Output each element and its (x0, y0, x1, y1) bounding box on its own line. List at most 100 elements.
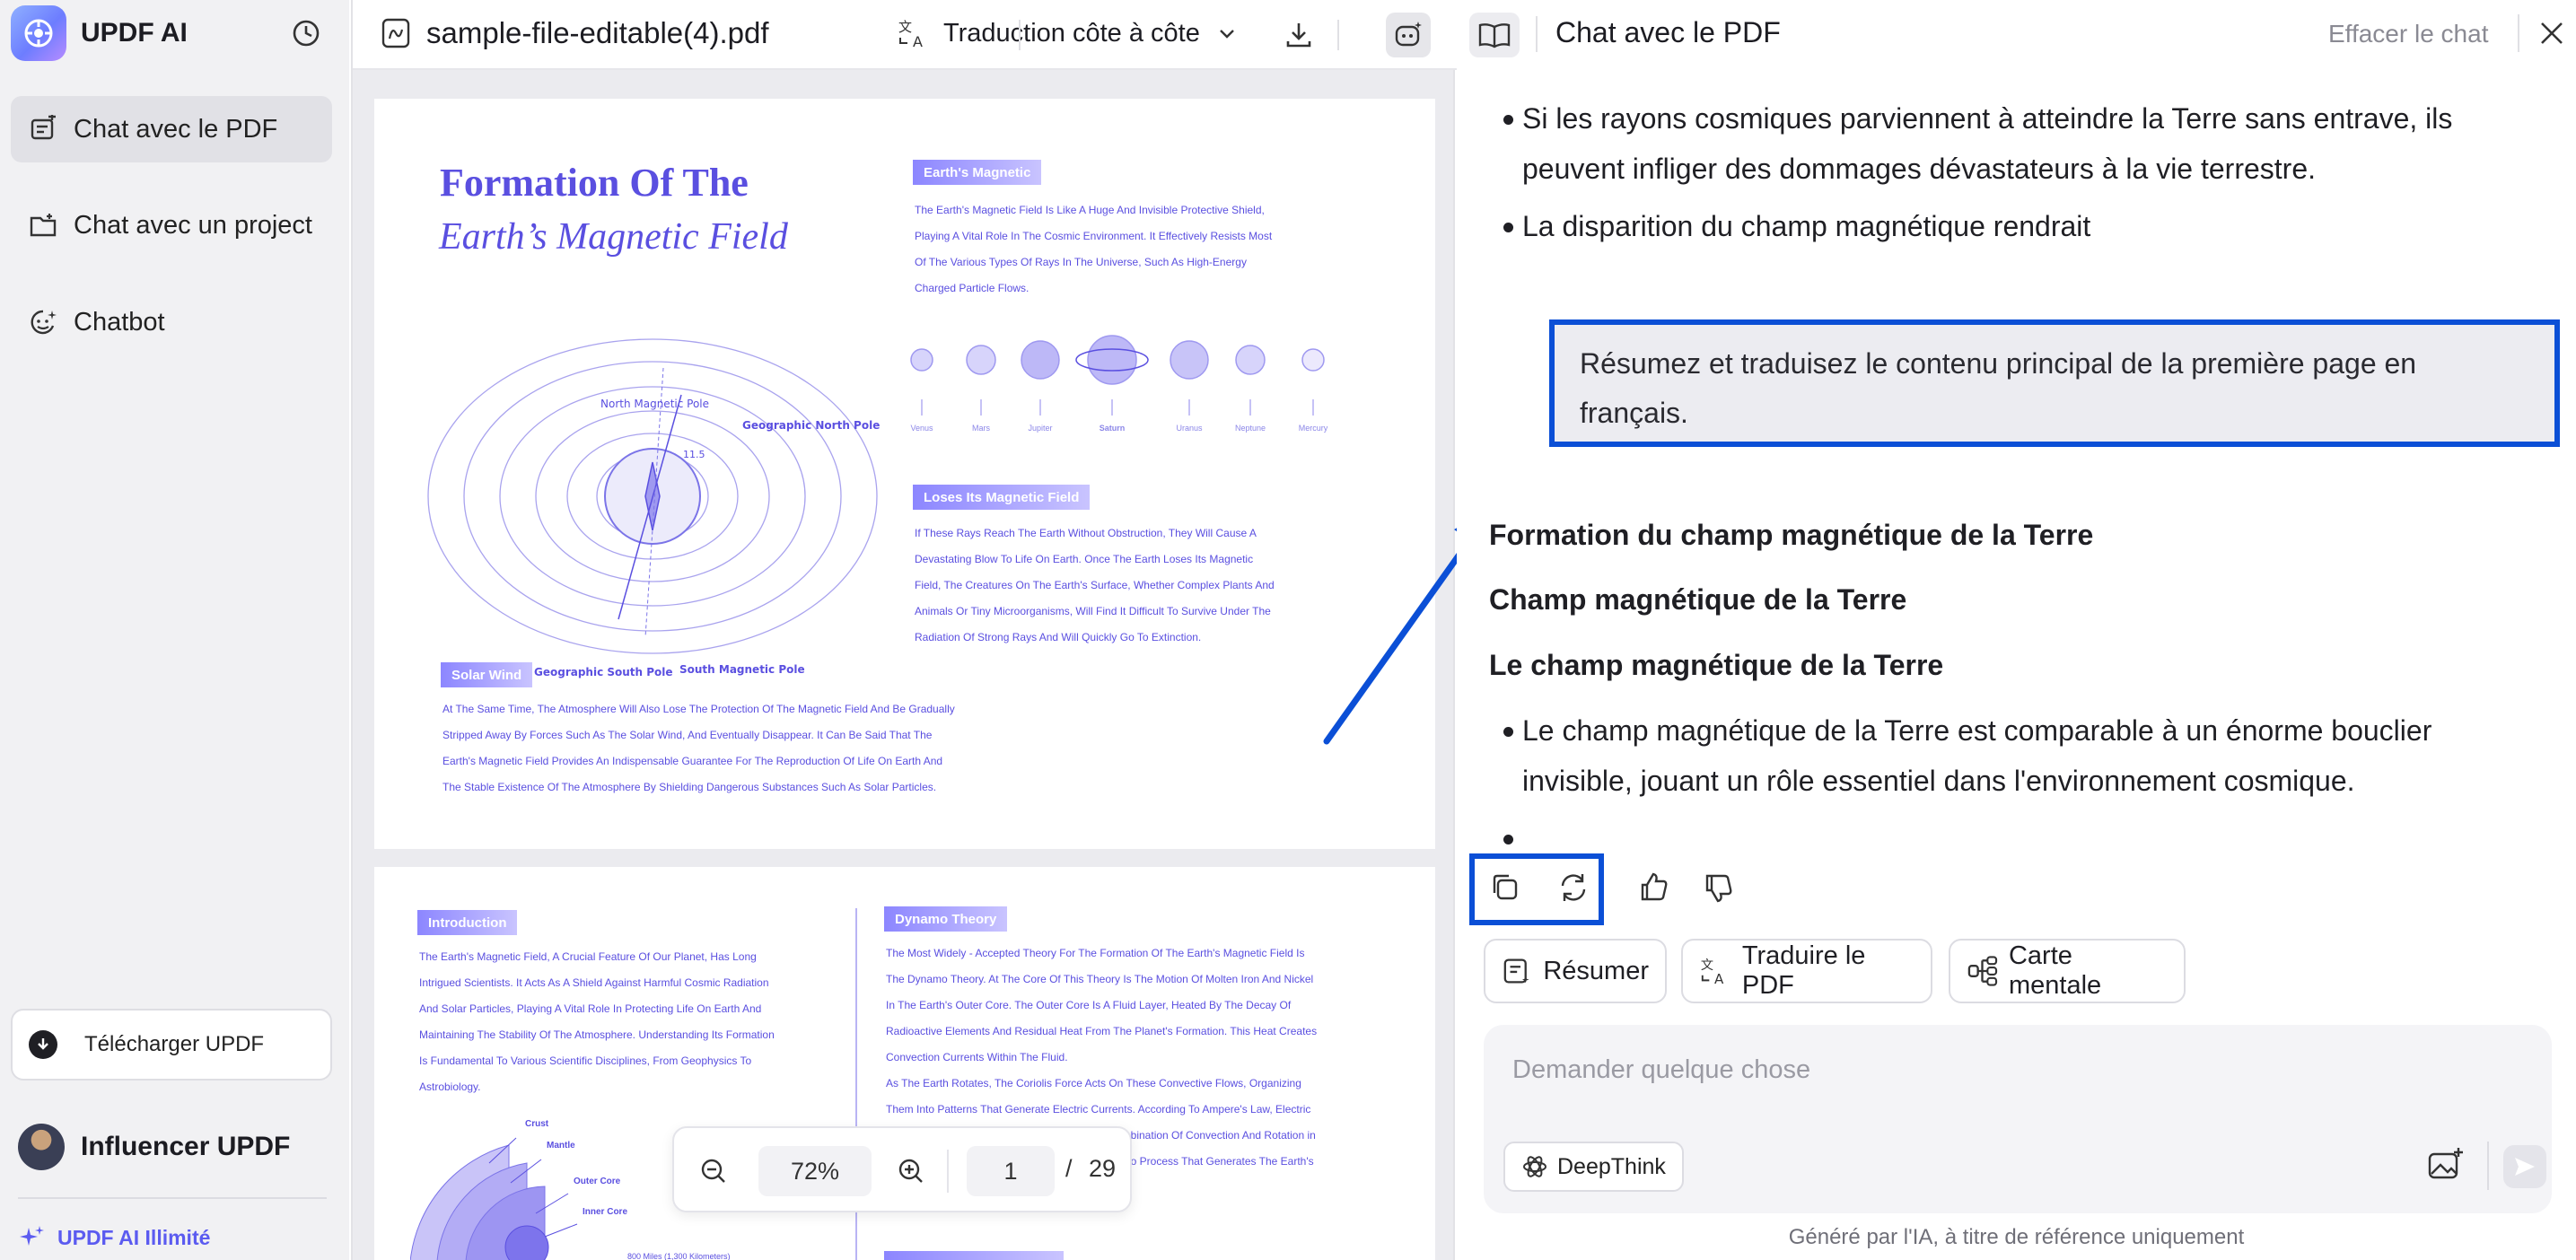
label-angle: 11.5 (683, 449, 705, 460)
chip-label: Traduire le PDF (1741, 941, 1866, 1000)
clear-chat-button[interactable]: Effacer le chat (2328, 20, 2488, 48)
user-name: Influencer UPDF (81, 1132, 291, 1161)
svg-text:A: A (913, 33, 923, 50)
answer-heading: Le champ magnétique de la Terre (1489, 649, 1944, 681)
planets-diagram (910, 335, 1325, 416)
chip-label: Résumer (1543, 956, 1649, 985)
thumbs-down-icon (1705, 874, 1732, 903)
chat-title: Chat avec le PDF (1555, 16, 1781, 48)
summarize-icon (1503, 958, 1529, 984)
bullet (1503, 115, 1513, 125)
chat-pdf-icon (27, 113, 59, 145)
magnetic-field-diagram: North Magnetic Pole Geographic North Pol… (427, 338, 880, 678)
zoom-toolbar: 72% 1 / 29 (672, 1126, 1132, 1212)
distance-label: 800 Miles (1,300 Kilometers) (627, 1252, 731, 1260)
layer-label: Outer Core (574, 1177, 621, 1186)
pdf-toolbar: sample-file-editable(4).pdf 文A Traductio… (353, 0, 1457, 70)
svg-text:文: 文 (898, 19, 912, 35)
plan-link[interactable]: UPDF AI Illimité (18, 1224, 210, 1251)
close-icon (2541, 22, 2563, 44)
section-tag: Dynamo Theory (884, 906, 1008, 932)
translation-mode-dropdown[interactable]: 文A Traduction côte à côte (897, 16, 1238, 50)
planet-label: Jupiter (1028, 424, 1053, 433)
label-geographic-south: Geographic South Pole (534, 666, 673, 678)
layer-label: Crust (525, 1119, 549, 1129)
send-icon (2515, 1158, 2535, 1176)
section-text: The Earth's Magnetic Field, A Crucial Fe… (419, 950, 775, 1093)
user-profile[interactable]: Influencer UPDF (18, 1124, 290, 1170)
image-upload-button[interactable] (2426, 1145, 2466, 1185)
sidebar-item-chatbot[interactable]: Chatbot (11, 289, 332, 355)
divider (2518, 14, 2519, 52)
zoom-out-button[interactable] (699, 1157, 728, 1186)
sidebar: UPDF AI Chat avec le PDF Chat avec un pr… (0, 0, 349, 1260)
sidebar-item-label: Chat avec le PDF (74, 114, 278, 144)
download-label: Télécharger UPDF (84, 1032, 265, 1056)
zoom-out-icon (701, 1159, 725, 1183)
answer-heading: Formation du champ magnétique de la Terr… (1489, 519, 2094, 551)
dislike-button[interactable] (1701, 870, 1737, 906)
chat-input-placeholder[interactable]: Demander quelque chose (1512, 1055, 1810, 1085)
bullet (1503, 835, 1513, 844)
chevron-down-icon (1220, 30, 1234, 39)
divider (2487, 1142, 2489, 1190)
pdf-viewer: sample-file-editable(4).pdf 文A Traductio… (351, 0, 1457, 1260)
chatbot-icon (27, 306, 59, 338)
translate-pdf-button[interactable]: 文A Traduire le PDF (1681, 939, 1932, 1003)
layer-label: Inner Core (583, 1207, 628, 1217)
chip-label: Carte mentale (2008, 941, 2102, 1000)
download-button[interactable] (1276, 13, 1321, 57)
previous-answer-bullet: Si les rayons cosmiques parviennent à at… (1522, 102, 2453, 185)
refresh-icon (1561, 874, 1586, 901)
zoom-level[interactable]: 72% (758, 1146, 872, 1196)
label-geographic-north: Geographic North Pole (742, 419, 880, 432)
section-tag (884, 1251, 1064, 1260)
deepthink-toggle[interactable]: DeepThink (1503, 1142, 1684, 1192)
deepthink-label: DeepThink (1557, 1153, 1666, 1179)
layer-label: Mantle (547, 1141, 575, 1151)
page-subtitle: Earth’s Magnetic Field (439, 216, 788, 258)
page-separator: / (1065, 1155, 1073, 1182)
svg-text:A: A (1714, 971, 1724, 987)
image-add-icon (2428, 1148, 2463, 1179)
sidebar-item-chat-project[interactable]: Chat avec un project (11, 192, 332, 258)
thumbs-up-icon (1641, 872, 1668, 901)
page-title: Formation Of The (440, 161, 749, 205)
chat-panel: Chat avec le PDF Effacer le chat Si les … (1457, 0, 2576, 1260)
zoom-in-button[interactable] (897, 1157, 925, 1186)
divider (947, 1150, 949, 1193)
chat-input-box[interactable]: Demander quelque chose DeepThink (1484, 1025, 2552, 1213)
planet-label: Neptune (1234, 424, 1266, 433)
copy-button[interactable] (1487, 870, 1523, 906)
mind-map-button[interactable]: Carte mentale (1949, 939, 2186, 1003)
previous-answer-bullet: La disparition du champ magnétique rendr… (1522, 210, 2091, 242)
divider (18, 1197, 327, 1199)
sidebar-item-label: Chat avec un project (74, 210, 312, 240)
updf-logo-icon (11, 5, 66, 61)
like-button[interactable] (1636, 870, 1672, 906)
toolbar-divider (1019, 20, 1021, 50)
file-tab[interactable]: sample-file-editable(4).pdf (380, 16, 769, 50)
footer-note: Généré par l'IA, à titre de référence un… (1788, 1225, 2245, 1249)
summarize-button[interactable]: Résumer (1484, 939, 1667, 1003)
answer-bullet: Le champ magnétique de la Terre est comp… (1522, 714, 2432, 797)
send-button[interactable] (2503, 1145, 2546, 1188)
label-south-magnetic: South Magnetic Pole (679, 663, 805, 676)
ai-assistant-button[interactable] (1386, 13, 1431, 57)
plan-label: UPDF AI Illimité (57, 1225, 211, 1249)
translation-mode-label: Traduction côte à côte (943, 18, 1200, 48)
sidebar-item-chat-pdf[interactable]: Chat avec le PDF (11, 96, 332, 162)
section-tag: Loses Its Magnetic Field (913, 485, 1091, 510)
history-icon[interactable] (289, 16, 323, 50)
close-button[interactable] (2538, 20, 2565, 47)
page-total: 29 (1089, 1155, 1117, 1182)
regenerate-button[interactable] (1555, 870, 1591, 906)
planet-label: Mercury (1298, 424, 1328, 433)
download-updf-button[interactable]: Télécharger UPDF (11, 1009, 332, 1081)
download-icon (1286, 23, 1311, 48)
page-number-input[interactable]: 1 (967, 1146, 1055, 1196)
reader-view-button[interactable] (1469, 13, 1520, 57)
section-text: The Earth's Magnetic Field Is Like A Hug… (915, 204, 1273, 294)
planet-label: Saturn (1099, 424, 1126, 433)
section-tag: Introduction (417, 910, 518, 935)
